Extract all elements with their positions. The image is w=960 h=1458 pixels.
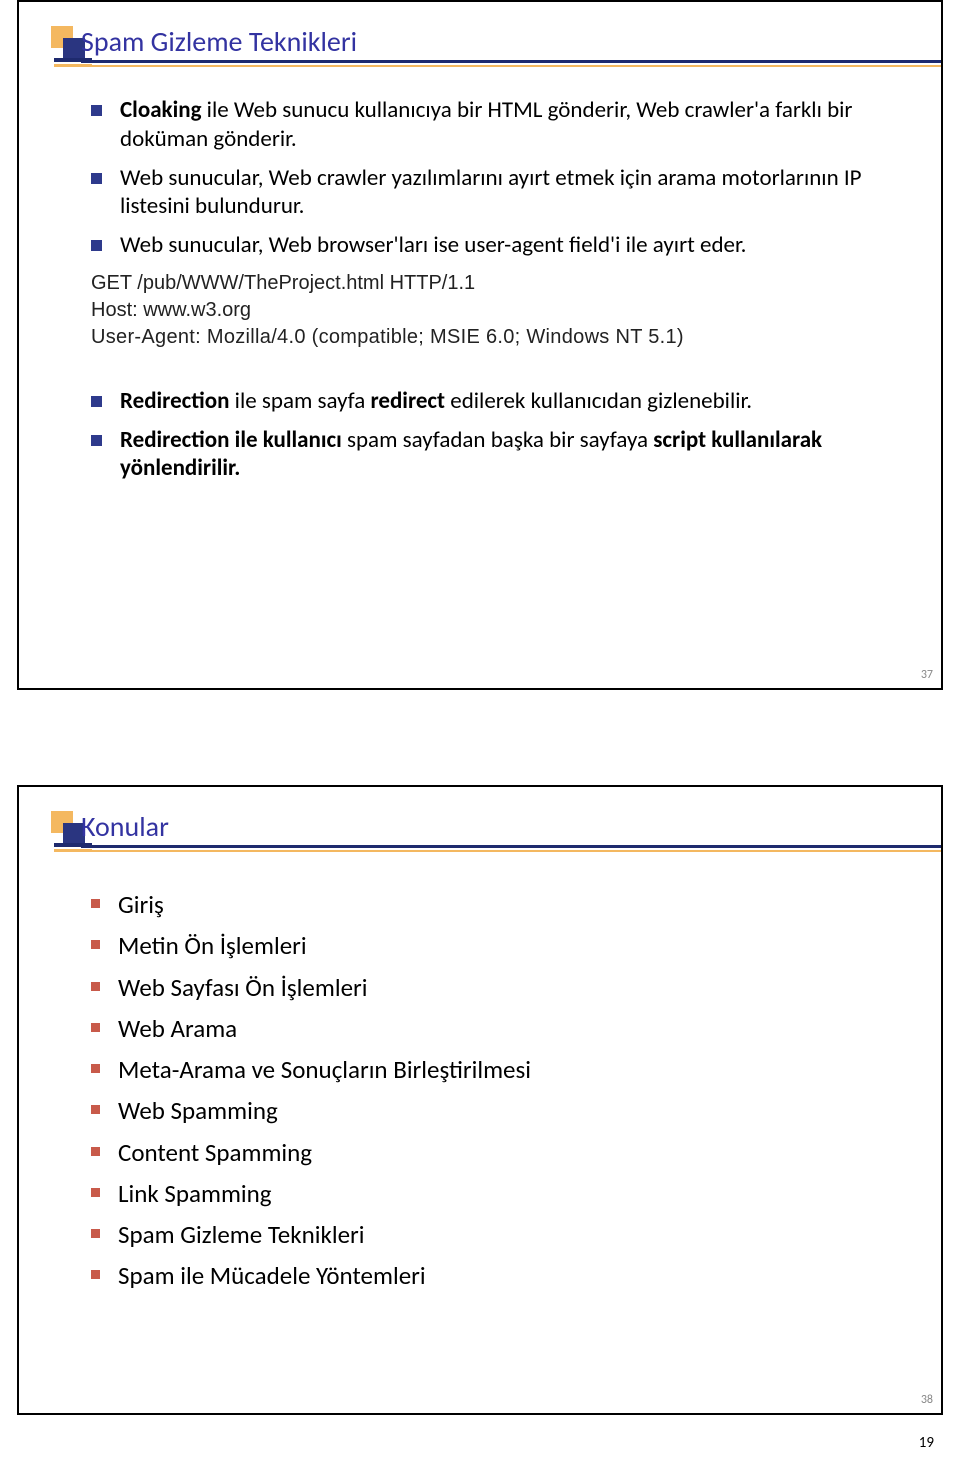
slide-1: Spam Gizleme Teknikleri Cloaking ile Web… [17,0,943,690]
topics-list: Giriş Metin Ön İşlemleri Web Sayfası Ön … [91,889,911,1292]
bullet-text: Cloaking ile Web sunucu kullanıcıya bir … [120,96,911,154]
content-top: Cloaking ile Web sunucu kullanıcıya bir … [91,96,911,260]
list-item: Web Spamming [91,1095,911,1126]
bullet-square-icon [91,1270,100,1279]
list-item: Metin Ön İşlemleri [91,930,911,961]
bullet-square-icon [91,1023,100,1032]
list-item-label: Spam Gizleme Teknikleri [118,1219,364,1250]
slide-title-wrap: Konular [51,811,941,871]
title-underline [81,60,941,67]
bullet-square-icon [91,899,100,908]
slide-title: Konular [81,809,169,844]
list-item: Meta-Arama ve Sonuçların Birleştirilmesi [91,1054,911,1085]
bullet-square-icon [91,435,102,446]
bullet-text: Redirection ile spam sayfa redirect edil… [120,387,752,416]
list-item: Web Arama [91,1013,911,1044]
list-item-label: Web Spamming [118,1095,278,1126]
bullet-item: Cloaking ile Web sunucu kullanıcıya bir … [91,96,911,154]
list-item-label: Link Spamming [118,1178,272,1209]
content-bottom: Redirection ile spam sayfa redirect edil… [91,387,911,483]
bullet-square-icon [91,105,102,116]
title-underline [81,845,941,852]
list-item: Web Sayfası Ön İşlemleri [91,972,911,1003]
list-item: Content Spamming [91,1137,911,1168]
bullet-square-icon [91,240,102,251]
bullet-square-icon [91,940,100,949]
bullet-item: Redirection ile spam sayfa redirect edil… [91,387,911,416]
bullet-item: Web sunucular, Web crawler yazılımlarını… [91,164,911,222]
http-line: Host: www.w3.org [91,297,941,324]
list-item: Giriş [91,889,911,920]
list-item-label: Web Sayfası Ön İşlemleri [118,972,367,1003]
list-item-label: Web Arama [118,1013,237,1044]
bullet-square-icon [91,396,102,407]
bullet-square-icon [91,1147,100,1156]
list-item: Spam Gizleme Teknikleri [91,1219,911,1250]
list-item: Link Spamming [91,1178,911,1209]
slide-title: Spam Gizleme Teknikleri [81,24,357,59]
list-item: Spam ile Mücadele Yöntemleri [91,1260,911,1291]
list-item-label: Giriş [118,889,164,920]
bullet-text: Redirection ile kullanıcı spam sayfadan … [120,426,911,484]
bullet-square-icon [91,1064,100,1073]
bullet-square-icon [91,1105,100,1114]
slide-2: Konular Giriş Metin Ön İşlemleri Web Say… [17,785,943,1415]
slide-page-number: 38 [921,1393,933,1407]
slide-page-number: 37 [921,668,933,682]
list-item-label: Meta-Arama ve Sonuçların Birleştirilmesi [118,1054,531,1085]
list-item-label: Metin Ön İşlemleri [118,930,307,961]
bullet-text: Web sunucular, Web browser'ları ise user… [120,231,746,260]
bullet-item: Redirection ile kullanıcı spam sayfadan … [91,426,911,484]
bullet-square-icon [91,1188,100,1197]
list-item-label: Spam ile Mücadele Yöntemleri [118,1260,426,1291]
list-item-label: Content Spamming [118,1137,312,1168]
bullet-square-icon [91,173,102,184]
slide-title-wrap: Spam Gizleme Teknikleri [51,26,941,86]
bullet-text: Web sunucular, Web crawler yazılımlarını… [120,164,911,222]
bullet-item: Web sunucular, Web browser'ları ise user… [91,231,911,260]
http-request-block: GET /pub/WWW/TheProject.html HTTP/1.1 Ho… [91,270,941,351]
bullet-square-icon [91,982,100,991]
http-line: GET /pub/WWW/TheProject.html HTTP/1.1 [91,270,941,297]
http-line: User-Agent: Mozilla/4.0 (compatible; MSI… [91,324,941,351]
bullet-square-icon [91,1229,100,1238]
overall-page-number: 19 [919,1434,934,1452]
